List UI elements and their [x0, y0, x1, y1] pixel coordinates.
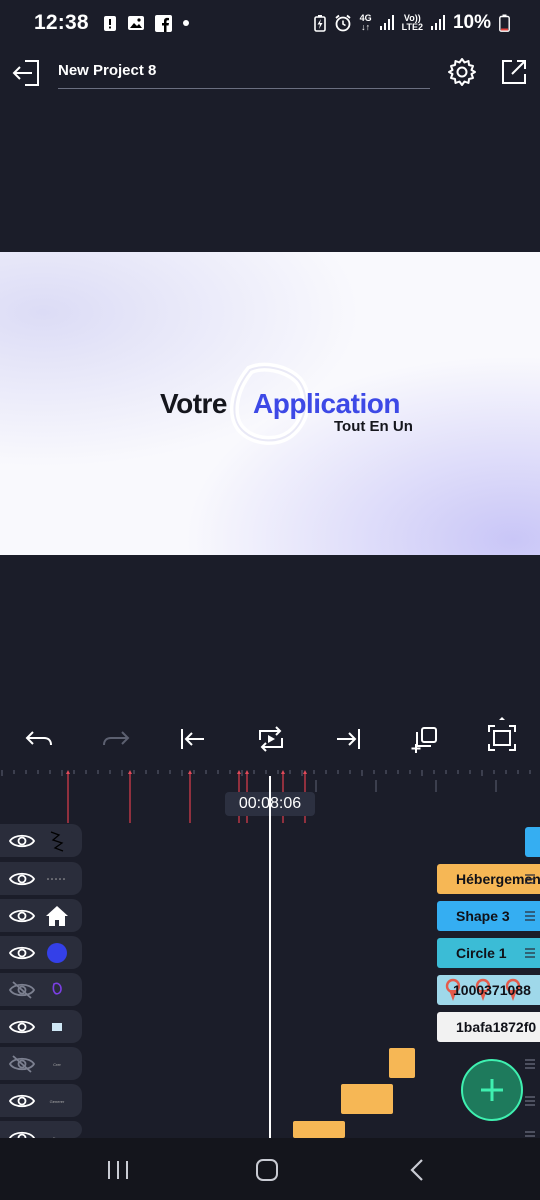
eye-visible-icon[interactable]: [9, 1128, 35, 1138]
jump-to-end-button[interactable]: [333, 724, 363, 754]
project-header: New Project 8: [0, 46, 540, 100]
eye-hidden-icon[interactable]: [9, 980, 35, 1000]
title-underline: [58, 88, 430, 89]
facebook-notification-icon: [154, 14, 172, 32]
battery-percentage: 10%: [452, 12, 491, 33]
timeline-clip[interactable]: 1bafa1872f0: [437, 1012, 540, 1042]
dots-thumbnail-icon: [44, 867, 70, 891]
signal-strength-2-icon: [430, 15, 445, 31]
gear-icon: [448, 58, 476, 86]
gallery-notification-icon: [127, 15, 145, 31]
timeline-clip-block[interactable]: [389, 1048, 415, 1078]
drag-handle-icon[interactable]: [524, 873, 536, 885]
timeline-clip[interactable]: Shape 3: [437, 901, 540, 931]
eye-visible-icon[interactable]: [9, 1017, 35, 1037]
add-element-button[interactable]: [461, 1059, 523, 1121]
add-layer-copy-button[interactable]: [410, 724, 440, 754]
loop-play-icon: [259, 726, 283, 752]
fullscreen-button[interactable]: [487, 716, 517, 756]
alert-notification-icon: [103, 14, 117, 32]
system-navigation-bar: [0, 1138, 540, 1200]
text-thumbnail: Generer: [49, 1098, 65, 1104]
editor-toolbar: [0, 712, 540, 768]
plus-icon: [481, 1079, 503, 1101]
eye-hidden-icon[interactable]: [9, 1054, 35, 1074]
battery-icon: [499, 14, 510, 32]
redo-button[interactable]: [101, 724, 131, 754]
eye-visible-icon[interactable]: [9, 831, 35, 851]
clip-label: Circle 1: [456, 945, 507, 961]
undo-button[interactable]: [24, 724, 54, 754]
more-notifications-dot-icon: [182, 19, 190, 27]
back-button[interactable]: [404, 1156, 432, 1184]
timeline-clip[interactable]: 1000371088: [437, 975, 540, 1005]
layer-row[interactable]: Generer: [0, 1084, 82, 1117]
timeline-clip[interactable]: Hébergement: [437, 864, 540, 894]
clip-label: Shape 3: [456, 908, 510, 924]
undo-icon: [25, 731, 52, 746]
eye-visible-icon[interactable]: [9, 943, 35, 963]
loop-playback-button[interactable]: [256, 724, 286, 754]
scribble-thumbnail-icon: [44, 829, 70, 853]
alarm-icon: [334, 14, 352, 32]
drag-handle-icon[interactable]: [524, 947, 536, 959]
shape-thumbnail-icon: [44, 978, 70, 1002]
home-button[interactable]: [253, 1156, 281, 1184]
exit-button[interactable]: [10, 56, 44, 90]
eye-visible-icon[interactable]: [9, 869, 35, 889]
jump-to-start-button[interactable]: [178, 724, 208, 754]
logo-text-application: Application: [253, 388, 400, 419]
status-bar: 12:38 4G ↓↑ Vo)) LTE2 10%: [0, 0, 540, 46]
external-share-icon: [502, 60, 526, 84]
skip-to-end-icon: [337, 729, 360, 749]
text-thumbnail: Crer: [53, 1061, 61, 1067]
settings-button[interactable]: [446, 56, 478, 88]
layer-row[interactable]: Ener: [0, 1121, 82, 1138]
timeline-clip[interactable]: Circle 1: [437, 938, 540, 968]
signal-strength-icon: [379, 15, 394, 31]
volte-icon: Vo)) LTE2: [401, 13, 423, 32]
clip-label: 1000371088: [453, 982, 531, 998]
battery-saver-icon: [313, 14, 326, 32]
image-thumbnail-icon: [44, 1015, 70, 1039]
redo-icon: [103, 731, 130, 746]
skip-to-start-icon: [181, 729, 204, 749]
fullscreen-icon: [488, 717, 516, 751]
add-copy-icon: [411, 727, 437, 753]
recent-apps-icon: [108, 1161, 128, 1179]
home-nav-icon: [256, 1159, 278, 1181]
layer-row[interactable]: [0, 1010, 82, 1043]
drag-handle-icon[interactable]: [524, 910, 536, 922]
back-nav-icon: [410, 1159, 423, 1181]
eye-visible-icon[interactable]: [9, 906, 35, 926]
project-title[interactable]: New Project 8: [58, 62, 156, 79]
playhead[interactable]: [269, 776, 271, 1138]
home-thumbnail-icon: [44, 904, 70, 928]
eye-visible-icon[interactable]: [9, 1091, 35, 1111]
video-preview-canvas[interactable]: Votre Application Tout En Un: [0, 252, 540, 555]
drag-handle-icon[interactable]: [524, 1058, 536, 1070]
text-thumbnail: Ener: [52, 1135, 62, 1139]
recent-apps-button[interactable]: [104, 1156, 132, 1184]
layer-row[interactable]: [0, 899, 82, 932]
drag-handle-icon[interactable]: [524, 1095, 536, 1107]
layer-row[interactable]: [0, 936, 82, 969]
exit-icon: [12, 60, 39, 86]
layer-row[interactable]: [0, 824, 82, 857]
layer-row[interactable]: [0, 862, 82, 895]
clock: 12:38: [34, 11, 89, 34]
network-4g-icon: 4G ↓↑: [359, 13, 372, 32]
logo-text-votre: Votre: [160, 388, 228, 419]
timeline-clip[interactable]: [525, 827, 540, 857]
layer-row[interactable]: Crer: [0, 1047, 82, 1080]
drag-handle-icon[interactable]: [524, 1130, 536, 1138]
timeline-clip-block[interactable]: [341, 1084, 393, 1114]
clip-label: 1bafa1872f0: [456, 1019, 537, 1035]
export-button[interactable]: [498, 56, 530, 88]
timeline-clip-block[interactable]: [293, 1121, 345, 1138]
layer-row[interactable]: [0, 973, 82, 1006]
circle-thumbnail-icon: [44, 941, 70, 965]
logo-tagline: Tout En Un: [334, 418, 413, 435]
